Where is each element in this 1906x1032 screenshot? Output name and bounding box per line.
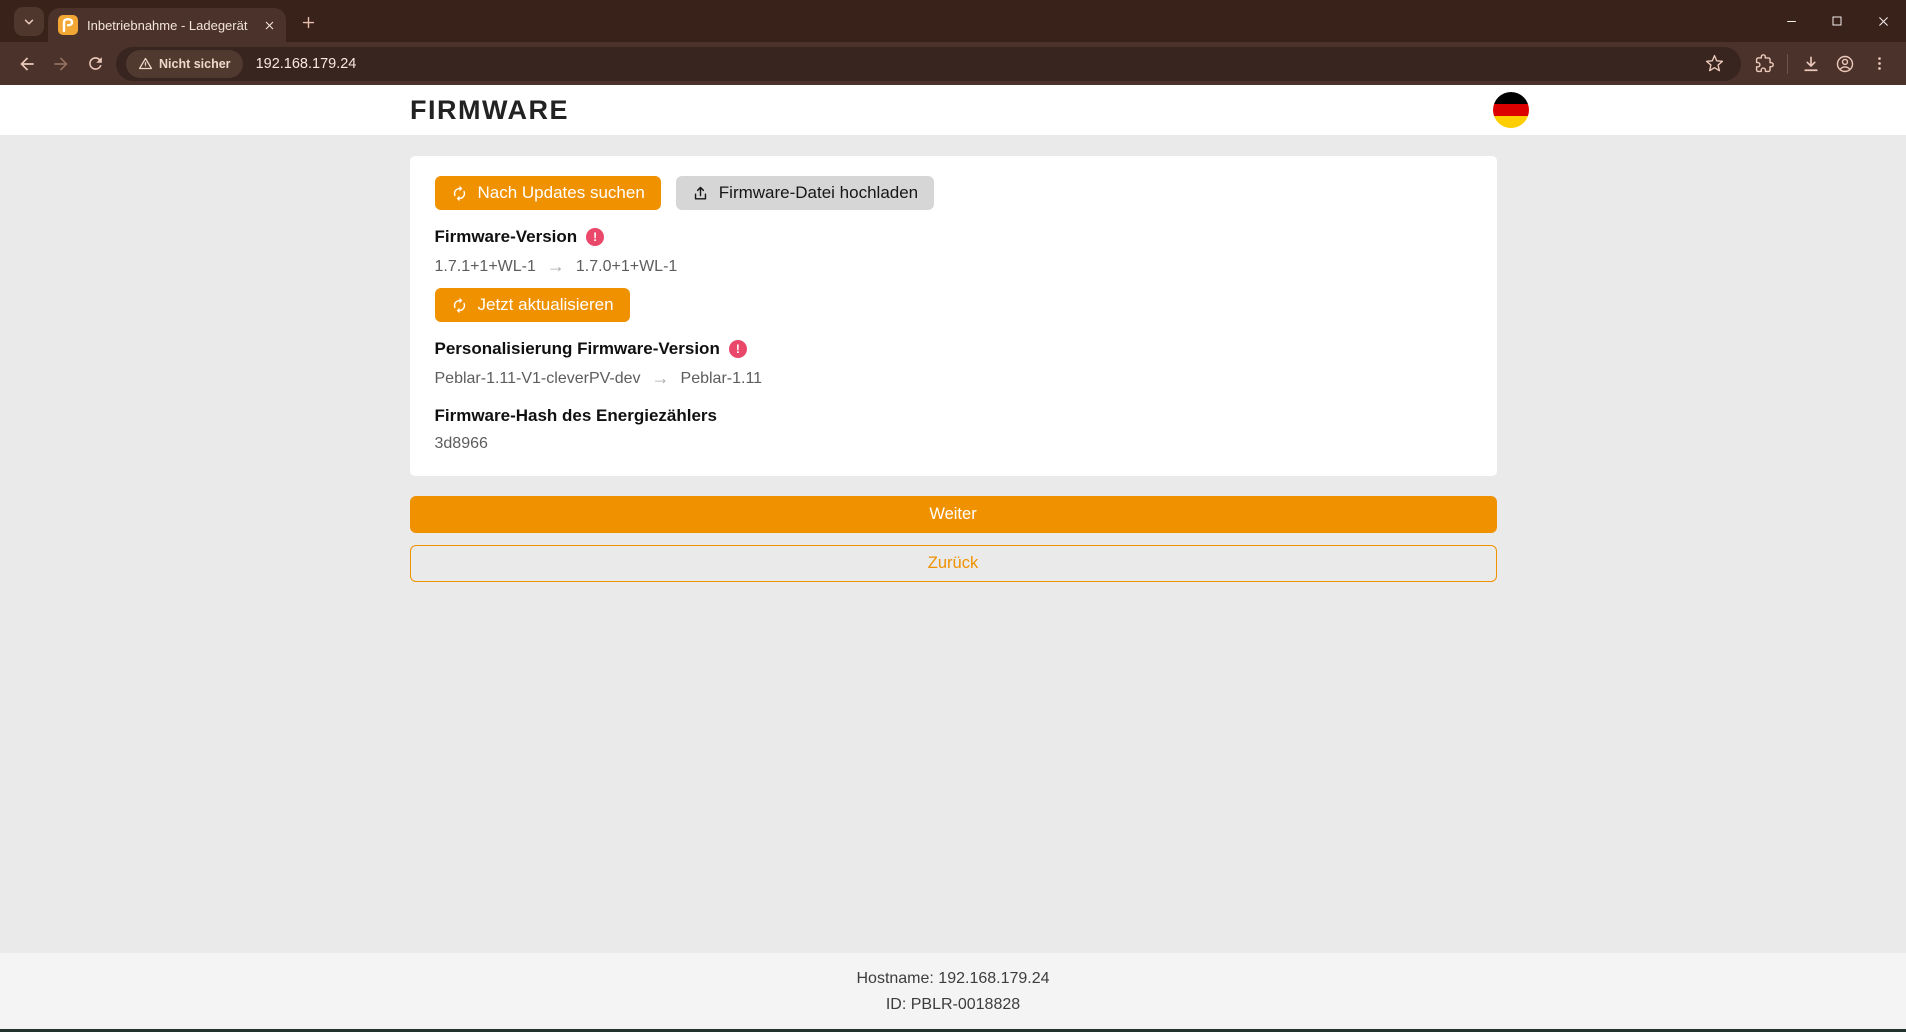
bookmark-star-icon[interactable] xyxy=(1697,47,1731,81)
new-tab-button[interactable] xyxy=(294,8,322,36)
update-available-badge: ! xyxy=(729,340,747,358)
url-text: 192.168.179.24 xyxy=(256,56,1697,72)
update-now-label: Jetzt aktualisieren xyxy=(478,295,614,315)
toolbar-separator xyxy=(1787,54,1788,74)
update-available-badge: ! xyxy=(586,228,604,246)
meter-hash-label: Firmware-Hash des Energiezählers xyxy=(435,406,718,426)
window-controls xyxy=(1768,0,1906,42)
profile-icon[interactable] xyxy=(1828,47,1862,81)
arrow-right-icon: → xyxy=(547,256,565,277)
toolbar-right-icons xyxy=(1747,47,1896,81)
page-header: FIRMWARE xyxy=(0,85,1906,135)
browser-tab[interactable]: Inbetriebnahme - Ladegerät xyxy=(48,8,286,42)
firmware-card: Nach Updates suchen Firmware-Datei hochl… xyxy=(410,156,1497,476)
footer-hostname: Hostname: 192.168.179.24 xyxy=(0,966,1906,992)
page-title: FIRMWARE xyxy=(410,95,569,126)
back-step-button[interactable]: Zurück xyxy=(410,545,1497,582)
refresh-icon xyxy=(451,185,468,202)
security-label: Nicht sicher xyxy=(159,57,231,71)
downloads-icon[interactable] xyxy=(1794,47,1828,81)
tab-close-icon[interactable] xyxy=(260,16,278,34)
reload-button[interactable] xyxy=(78,47,112,81)
personalization-label-row: Personalisierung Firmware-Version ! xyxy=(435,339,1472,359)
personalization-available: Peblar-1.11 xyxy=(681,370,763,388)
main-content: Nach Updates suchen Firmware-Datei hochl… xyxy=(0,135,1906,953)
browser-titlebar: Inbetriebnahme - Ladegerät xyxy=(0,0,1906,42)
language-flag-german-icon[interactable] xyxy=(1493,92,1529,128)
personalization-label: Personalisierung Firmware-Version xyxy=(435,339,720,359)
personalization-current: Peblar-1.11-V1-cleverPV-dev xyxy=(435,370,641,388)
forward-button[interactable] xyxy=(44,47,78,81)
arrow-right-icon: → xyxy=(652,368,670,389)
meter-hash-value: 3d8966 xyxy=(435,435,1472,453)
check-updates-button[interactable]: Nach Updates suchen xyxy=(435,176,661,210)
firmware-version-values: 1.7.1+1+WL-1 → 1.7.0+1+WL-1 xyxy=(435,256,1472,277)
back-button[interactable] xyxy=(10,47,44,81)
tab-title: Inbetriebnahme - Ladegerät xyxy=(87,18,260,33)
tab-search-button[interactable] xyxy=(14,7,44,36)
footer-device-id: ID: PBLR-0018828 xyxy=(0,992,1906,1018)
address-bar[interactable]: Nicht sicher 192.168.179.24 xyxy=(116,47,1741,81)
extensions-icon[interactable] xyxy=(1747,47,1781,81)
upload-icon xyxy=(692,185,709,202)
check-updates-label: Nach Updates suchen xyxy=(478,183,645,203)
refresh-icon xyxy=(451,297,468,314)
browser-toolbar: Nicht sicher 192.168.179.24 xyxy=(0,42,1906,85)
meter-hash-label-row: Firmware-Hash des Energiezählers xyxy=(435,406,1472,426)
next-button[interactable]: Weiter xyxy=(410,496,1497,533)
close-window-button[interactable] xyxy=(1860,0,1906,42)
security-chip[interactable]: Nicht sicher xyxy=(126,50,243,78)
page-footer: Hostname: 192.168.179.24 ID: PBLR-001882… xyxy=(0,953,1906,1029)
firmware-version-current: 1.7.1+1+WL-1 xyxy=(435,258,536,276)
personalization-values: Peblar-1.11-V1-cleverPV-dev → Peblar-1.1… xyxy=(435,368,1472,389)
peblar-favicon-icon xyxy=(58,15,78,35)
minimize-button[interactable] xyxy=(1768,0,1814,42)
firmware-version-label: Firmware-Version xyxy=(435,227,578,247)
update-now-button[interactable]: Jetzt aktualisieren xyxy=(435,288,630,322)
menu-kebab-icon[interactable] xyxy=(1862,47,1896,81)
firmware-version-label-row: Firmware-Version ! xyxy=(435,227,1472,247)
warning-icon xyxy=(138,56,153,71)
maximize-button[interactable] xyxy=(1814,0,1860,42)
chevron-down-icon xyxy=(22,15,36,29)
firmware-version-available: 1.7.0+1+WL-1 xyxy=(576,258,677,276)
wizard-actions: Weiter Zurück xyxy=(410,476,1497,582)
upload-firmware-button[interactable]: Firmware-Datei hochladen xyxy=(676,176,934,210)
upload-firmware-label: Firmware-Datei hochladen xyxy=(719,183,918,203)
